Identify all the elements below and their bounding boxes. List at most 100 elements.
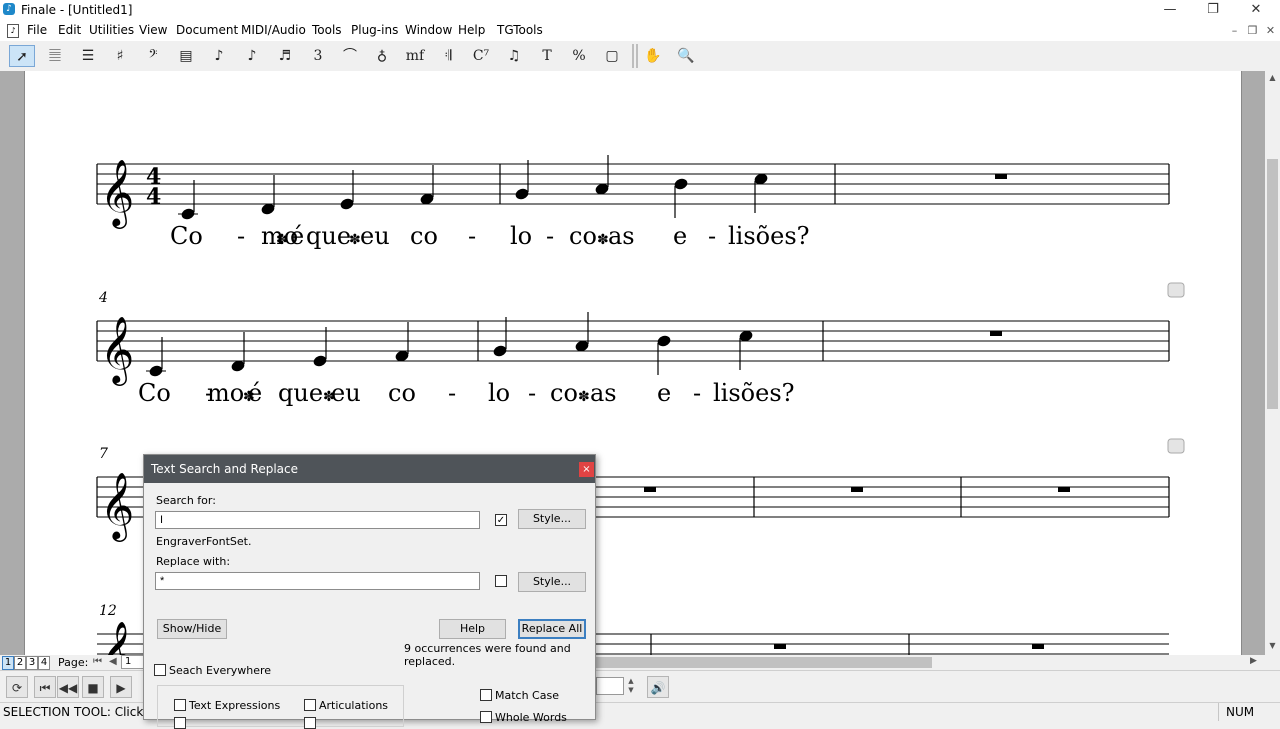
scroll-right-icon[interactable]: ▶ bbox=[1250, 656, 1257, 666]
mdi-restore-icon[interactable]: ❐ bbox=[1245, 24, 1260, 37]
match-case-label: Match Case bbox=[495, 689, 559, 702]
page-button-1[interactable]: 1 bbox=[2, 656, 14, 670]
text-expressions-label: Text Expressions bbox=[189, 699, 281, 712]
lyric-syllable: co bbox=[410, 222, 438, 250]
mdi-close-icon[interactable]: ✕ bbox=[1263, 24, 1278, 37]
hand-grabber-tool-icon[interactable]: ✋ bbox=[640, 45, 666, 67]
lyrics-tool-icon[interactable]: ♫ bbox=[501, 45, 527, 67]
whole-rest bbox=[644, 487, 656, 492]
menu-bar: ♪ File Edit Utilities View Document MIDI… bbox=[0, 20, 1280, 41]
font-hint-label: EngraverFontSet. bbox=[156, 535, 252, 548]
repeat-tool-icon[interactable]: 𝄇 bbox=[435, 45, 461, 67]
replace-style-checkbox[interactable] bbox=[495, 575, 507, 587]
zoom-tool-icon[interactable]: 🔍 bbox=[673, 45, 699, 67]
articulations-label: Articulations bbox=[319, 699, 389, 712]
scope-checkbox-4[interactable] bbox=[304, 717, 316, 729]
loop-icon[interactable]: ⟳ bbox=[6, 676, 28, 698]
scroll-down-icon[interactable]: ▼ bbox=[1267, 641, 1278, 653]
replace-with-label: Replace with: bbox=[156, 555, 231, 568]
vertical-scroll-thumb[interactable] bbox=[1267, 159, 1278, 409]
help-button[interactable]: Help bbox=[439, 619, 506, 639]
dialog-close-icon[interactable]: × bbox=[579, 462, 594, 477]
page-layout-tool-icon[interactable]: ▢ bbox=[599, 45, 625, 67]
replace-style-button[interactable]: Style... bbox=[518, 572, 586, 592]
close-icon[interactable]: ✕ bbox=[1233, 0, 1279, 20]
page-button-4[interactable]: 4 bbox=[38, 656, 50, 670]
menu-file[interactable]: File bbox=[27, 23, 47, 37]
speedy-entry-tool-icon[interactable]: ♪ bbox=[239, 45, 265, 67]
tempo-field[interactable] bbox=[596, 677, 624, 695]
dialog-title-bar[interactable]: Text Search and Replace × bbox=[144, 455, 595, 483]
menu-tgtools[interactable]: TGTools bbox=[497, 23, 543, 37]
text-search-replace-dialog: Text Search and Replace × Search for: ✓ … bbox=[143, 454, 596, 729]
horizontal-scrollbar[interactable]: ▶ bbox=[596, 655, 1265, 670]
whole-rest bbox=[851, 487, 863, 492]
restore-icon[interactable]: ❐ bbox=[1190, 0, 1236, 20]
previous-page-icon[interactable]: ◀ bbox=[109, 656, 117, 667]
measure-tool-icon[interactable]: ☰ bbox=[75, 45, 101, 67]
menu-edit[interactable]: Edit bbox=[58, 23, 81, 37]
articulations-checkbox[interactable] bbox=[304, 699, 316, 711]
minimize-icon[interactable]: — bbox=[1147, 0, 1193, 20]
expression-tool-icon[interactable]: mf bbox=[402, 45, 428, 67]
page-button-3[interactable]: 3 bbox=[26, 656, 38, 670]
mdi-minimize-icon[interactable]: – bbox=[1227, 24, 1242, 37]
lyric-syllable: e bbox=[657, 379, 671, 407]
show-hide-button[interactable]: Show/Hide bbox=[157, 619, 227, 639]
text-tool-icon[interactable]: T bbox=[534, 45, 560, 67]
smart-shape-tool-icon[interactable]: ⌒ bbox=[337, 45, 363, 67]
lyric-syllable: co bbox=[388, 379, 416, 407]
lyric-syllable: eu bbox=[331, 379, 361, 407]
lyric-syllable: - bbox=[237, 222, 245, 250]
search-everywhere-checkbox[interactable] bbox=[154, 664, 166, 676]
elision-symbol: ✽ bbox=[243, 389, 255, 405]
hyperscribe-tool-icon[interactable]: ♬ bbox=[272, 45, 298, 67]
key-signature-tool-icon[interactable]: ♯ bbox=[107, 45, 133, 67]
search-style-checkbox[interactable]: ✓ bbox=[495, 514, 507, 526]
replace-all-button[interactable]: Replace All bbox=[518, 619, 586, 639]
document-icon[interactable]: ♪ bbox=[7, 24, 19, 38]
replace-with-input[interactable] bbox=[155, 572, 480, 590]
lyric-syllable: - bbox=[468, 222, 476, 250]
menu-document[interactable]: Document bbox=[176, 23, 238, 37]
audio-settings-icon[interactable]: 🔊 bbox=[647, 676, 669, 698]
rewind-to-start-icon[interactable]: ⏮ bbox=[34, 676, 56, 698]
clef-tool-icon[interactable]: 𝄢 bbox=[140, 45, 166, 67]
search-style-button[interactable]: Style... bbox=[518, 509, 586, 529]
menu-help[interactable]: Help bbox=[458, 23, 485, 37]
menu-plug-ins[interactable]: Plug-ins bbox=[351, 23, 398, 37]
chord-tool-icon[interactable]: C⁷ bbox=[468, 45, 494, 67]
scroll-up-icon[interactable]: ▲ bbox=[1267, 73, 1278, 85]
first-page-icon[interactable]: ⏮ bbox=[93, 656, 102, 667]
menu-view[interactable]: View bbox=[139, 23, 167, 37]
page-button-2[interactable]: 2 bbox=[14, 656, 26, 670]
elision-symbol: ✽ bbox=[597, 232, 609, 248]
text-expressions-checkbox[interactable] bbox=[174, 699, 186, 711]
staff-tool-icon[interactable]: 𝄚 bbox=[42, 45, 68, 67]
resize-tool-icon[interactable]: % bbox=[566, 45, 592, 67]
elision-symbol: ✽ bbox=[276, 232, 288, 248]
match-case-checkbox[interactable] bbox=[480, 689, 492, 701]
menu-utilities[interactable]: Utilities bbox=[89, 23, 134, 37]
scope-checkbox-3[interactable] bbox=[174, 717, 186, 729]
tuplet-tool-icon[interactable]: 3 bbox=[305, 45, 331, 67]
menu-window[interactable]: Window bbox=[405, 23, 452, 37]
stop-icon[interactable]: ■ bbox=[82, 676, 104, 698]
whole-words-checkbox[interactable] bbox=[480, 711, 492, 723]
rewind-icon[interactable]: ◀◀ bbox=[57, 676, 79, 698]
search-for-label: Search for: bbox=[156, 494, 216, 507]
tempo-spinner-icon[interactable]: ▲ ▼ bbox=[625, 677, 637, 695]
search-for-input[interactable] bbox=[155, 511, 480, 529]
articulation-tool-icon[interactable]: ♁ bbox=[369, 45, 395, 67]
result-message: 9 occurrences were found and replaced. bbox=[404, 642, 571, 668]
selection-tool-icon[interactable]: ➚ bbox=[9, 45, 35, 67]
horizontal-scroll-thumb[interactable] bbox=[596, 657, 932, 668]
time-signature-tool-icon[interactable]: ▤ bbox=[173, 45, 199, 67]
vertical-scrollbar[interactable]: ▲ ▼ bbox=[1265, 71, 1280, 655]
simple-entry-tool-icon[interactable]: ♪ bbox=[206, 45, 232, 67]
lyric-syllable: co bbox=[550, 379, 578, 407]
search-everywhere-label: Seach Everywhere bbox=[169, 664, 272, 677]
menu-tools[interactable]: Tools bbox=[312, 23, 342, 37]
play-icon[interactable]: ▶ bbox=[110, 676, 132, 698]
menu-midi-audio[interactable]: MIDI/Audio bbox=[241, 23, 306, 37]
